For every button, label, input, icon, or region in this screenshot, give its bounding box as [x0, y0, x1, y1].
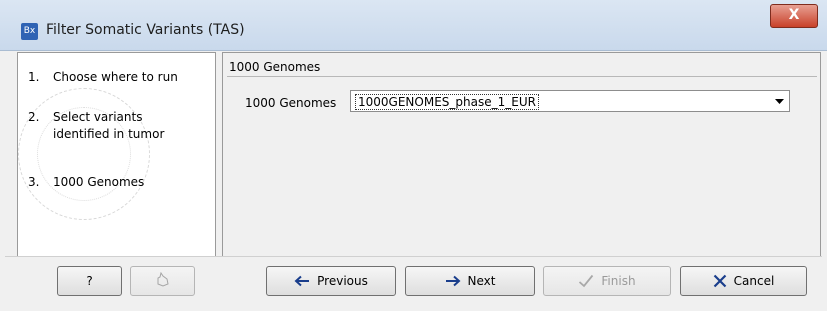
next-button[interactable]: Next: [405, 266, 535, 296]
stamp-watermark: [18, 88, 150, 220]
x-icon: [713, 274, 727, 288]
section-divider: [227, 76, 817, 77]
select-value: 1000GENOMES_phase_1_EUR: [355, 94, 539, 110]
cancel-label: Cancel: [733, 274, 775, 288]
finish-button[interactable]: Finish: [543, 266, 671, 296]
cancel-button[interactable]: Cancel: [680, 266, 807, 296]
main-panel: [222, 52, 821, 257]
finish-label: Finish: [601, 274, 636, 288]
step-label: 1000 Genomes: [53, 175, 145, 189]
close-icon: X: [788, 7, 800, 23]
reset-icon: [155, 271, 171, 291]
window-title: Filter Somatic Variants (TAS): [46, 22, 245, 38]
next-label: Next: [467, 274, 496, 288]
arrow-right-icon: [445, 275, 461, 287]
checkmark-icon: [578, 274, 594, 288]
title-bar[interactable]: Bx Filter Somatic Variants (TAS) X: [0, 0, 827, 51]
footer-divider: [5, 256, 822, 257]
step-number: 2.: [28, 110, 40, 124]
help-button[interactable]: ?: [57, 266, 122, 296]
arrow-left-icon: [294, 275, 310, 287]
previous-button[interactable]: Previous: [266, 266, 396, 296]
genomes-select[interactable]: 1000GENOMES_phase_1_EUR: [350, 90, 790, 112]
help-label: ?: [86, 274, 93, 288]
chevron-down-icon[interactable]: [769, 91, 789, 111]
app-icon: Bx: [21, 23, 38, 40]
step-number: 3.: [28, 175, 40, 189]
previous-label: Previous: [317, 274, 368, 288]
steps-panel: 1. Choose where to run 2. Select variant…: [17, 52, 216, 257]
reset-button[interactable]: [130, 266, 195, 296]
step-number: 1.: [28, 70, 40, 84]
dialog-window: Bx Filter Somatic Variants (TAS) X 1. Ch…: [0, 0, 827, 311]
close-button[interactable]: X: [770, 4, 818, 28]
section-title: 1000 Genomes: [229, 60, 321, 74]
step-label: Choose where to run: [53, 70, 178, 84]
step-label: Select variants identified in tumor: [53, 110, 165, 141]
field-label: 1000 Genomes: [245, 96, 337, 110]
